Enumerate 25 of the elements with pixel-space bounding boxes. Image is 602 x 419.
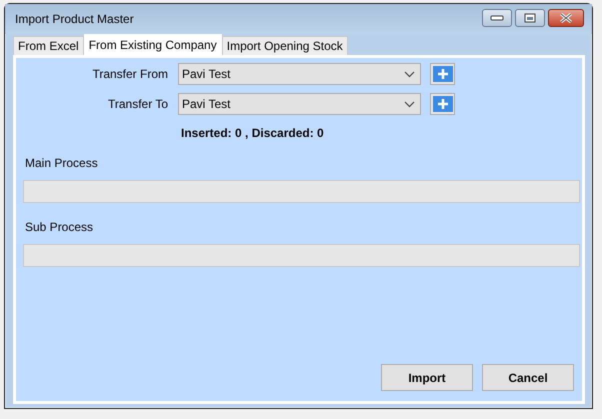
dropdown-field[interactable]: Pavi Test: [178, 63, 421, 85]
maximize-button[interactable]: [515, 9, 545, 27]
close-icon: [559, 13, 573, 23]
add-button[interactable]: [430, 93, 455, 115]
caret-icon: [404, 100, 415, 108]
plus-icon: [432, 66, 452, 82]
dialog-button[interactable]: Import: [381, 364, 473, 391]
dropdown-field[interactable]: Pavi Test: [178, 93, 421, 115]
add-button[interactable]: [430, 63, 455, 85]
field-label: Transfer To: [106, 97, 169, 111]
minimize-icon: [490, 15, 504, 21]
tab[interactable]: From Existing Company: [84, 34, 222, 55]
tab[interactable]: Import Opening Stock: [222, 36, 348, 55]
tab[interactable]: From Excel: [13, 36, 84, 55]
close-button[interactable]: [548, 9, 584, 27]
status-text: Inserted: 0 , Discarded: 0: [181, 126, 324, 140]
plus-icon: [432, 96, 452, 112]
minimize-button[interactable]: [482, 9, 512, 27]
progress-label: Sub Process: [25, 220, 94, 234]
caret-icon: [404, 70, 415, 78]
field-label: Transfer From: [91, 67, 169, 81]
dialog-button[interactable]: Cancel: [482, 364, 574, 391]
maximize-icon: [524, 13, 536, 23]
window-title: Import Product Master: [15, 12, 135, 26]
progress-label: Main Process: [25, 156, 98, 170]
